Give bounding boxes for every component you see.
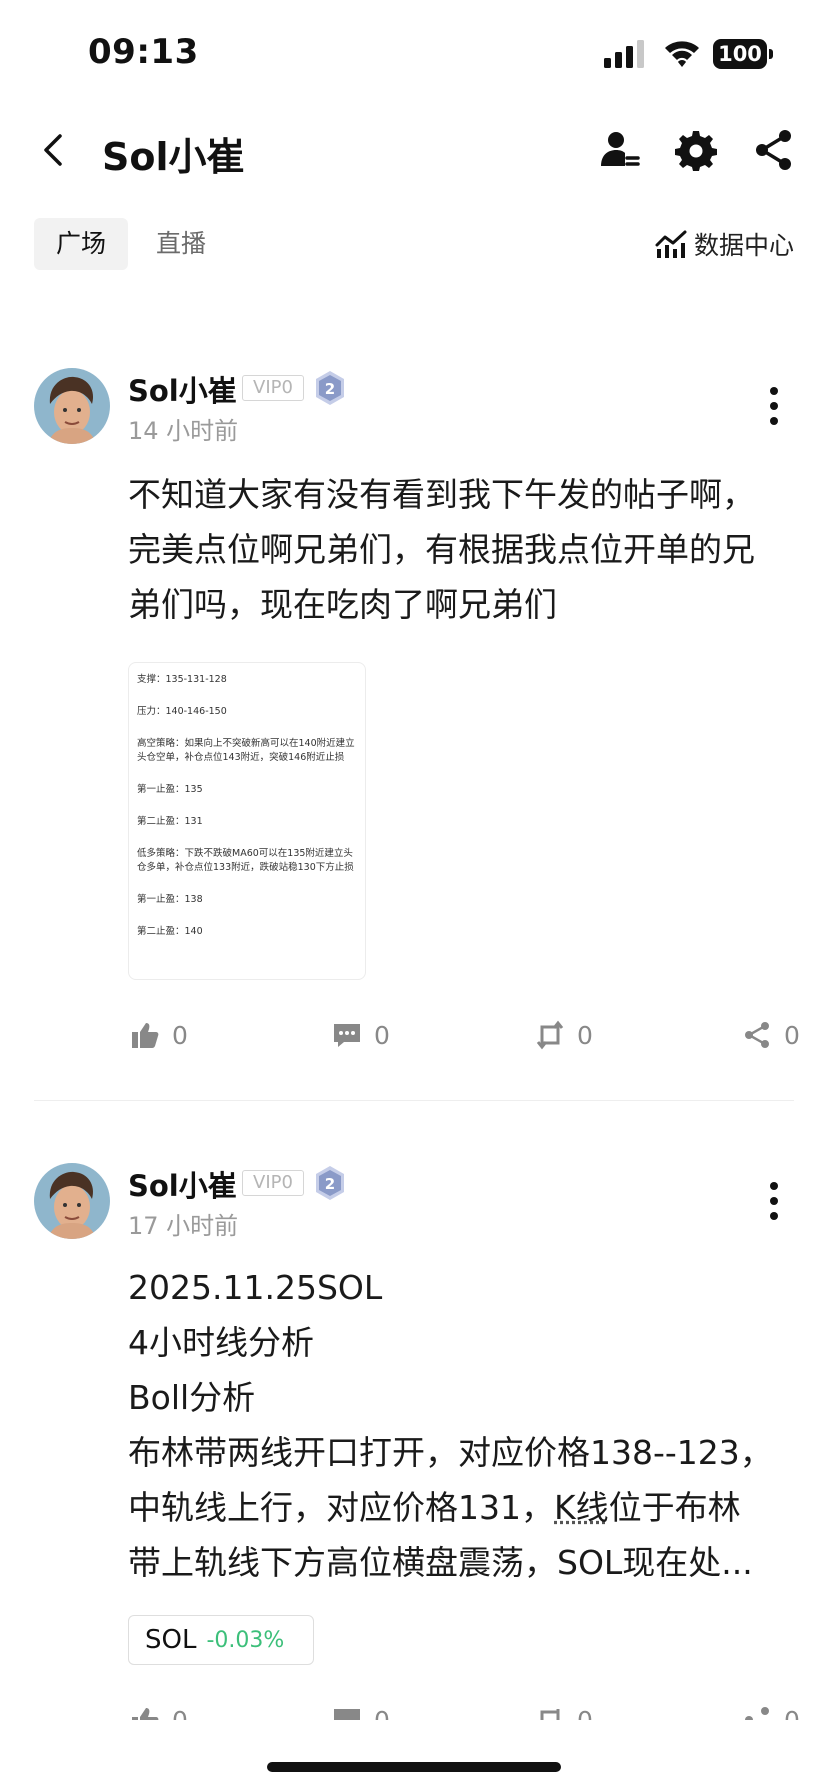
tab-plaza[interactable]: 广场	[34, 218, 129, 270]
vip-badge: VIP0	[242, 1170, 304, 1196]
more-options-icon[interactable]	[760, 385, 788, 427]
post-card[interactable]: Sol小崔 VIP0 2 17 小时前 2025.11.25SOL 4小时线分析…	[0, 1160, 828, 1720]
share-button[interactable]: 0	[742, 1015, 800, 1055]
comment-icon	[334, 1024, 360, 1047]
share-button[interactable]: 0	[742, 1700, 800, 1720]
page-title: Sol小崔	[102, 135, 245, 179]
comment-icon	[334, 1709, 360, 1720]
share-count: 0	[784, 1020, 800, 1050]
image-text-line: 第二止盈：140	[137, 926, 203, 937]
repost-count: 0	[577, 1020, 593, 1050]
post-text-line: 弟们吗，现在吃肉了啊兄弟们	[128, 585, 557, 624]
nav-bar: Sol小崔	[0, 110, 828, 190]
share-icon	[745, 1707, 769, 1720]
data-center-label: 数据中心	[693, 231, 794, 260]
repost-icon	[540, 1709, 560, 1720]
level-number: 2	[325, 1175, 335, 1193]
post-body: 不知道大家有没有看到我下午发的帖子啊， 完美点位啊兄弟们，有根据我点位开单的兄 …	[128, 467, 798, 632]
like-button[interactable]: 0	[130, 1015, 188, 1055]
post-text-line: 带上轨线下方高位横盘震荡，SOL现在处...	[128, 1543, 753, 1582]
like-count: 0	[172, 1705, 188, 1721]
post-text-line: Boll分析	[128, 1378, 256, 1417]
post-time: 17 小时前	[128, 1212, 239, 1240]
post-text-line: 不知道大家有没有看到我下午发的帖子啊，	[128, 475, 755, 514]
level-badge-icon: 2	[316, 1166, 344, 1200]
image-text-line: 第二止盈：131	[137, 816, 203, 827]
post-actions: 0 0 0 0	[0, 1700, 828, 1720]
coin-change: -0.03%	[206, 1627, 285, 1653]
author-avatar[interactable]	[34, 368, 110, 444]
image-text-line: 支撑：135-131-128	[137, 674, 227, 685]
battery-icon: 100	[713, 39, 773, 69]
post-text-line: 布林带两线开口打开，对应价格138--123，	[128, 1433, 773, 1472]
user-icon[interactable]	[598, 128, 642, 172]
share-count: 0	[784, 1705, 800, 1721]
post-text-fragment: 位于布林	[608, 1488, 741, 1527]
post-time: 14 小时前	[128, 417, 239, 445]
like-button[interactable]: 0	[130, 1700, 188, 1720]
home-indicator[interactable]	[267, 1762, 561, 1772]
post-text-line: 中轨线上行，对应价格131，K线位于布林	[128, 1480, 798, 1535]
coin-tag[interactable]: SOL -0.03%	[128, 1615, 314, 1665]
tab-live[interactable]: 直播	[134, 218, 228, 270]
data-center-button[interactable]: 数据中心	[654, 226, 794, 262]
post-image[interactable]: 支撑：135-131-128 压力：140-146-150 高空策略：如果向上不…	[128, 662, 366, 980]
share-icon	[745, 1022, 769, 1048]
status-time: 09:13	[88, 32, 199, 72]
level-badge-icon: 2	[316, 371, 344, 405]
vip-badge: VIP0	[242, 375, 304, 401]
comment-button[interactable]: 0	[332, 1015, 390, 1055]
post-text-line: 4小时线分析	[128, 1323, 314, 1362]
status-bar: 09:13 100	[0, 0, 828, 100]
author-name[interactable]: Sol小崔	[128, 1163, 237, 1205]
image-text-line: 压力：140-146-150	[137, 706, 227, 717]
thumbs-up-icon	[132, 1023, 159, 1048]
back-icon[interactable]	[34, 130, 74, 170]
post-text-fragment: 中轨线上行，对应价格131，	[128, 1488, 554, 1527]
gear-icon[interactable]	[674, 128, 718, 172]
image-text-line: 低多策略：下跌不跌破MA60可以在135附近建立头仓多单，补仓点位133附近，跌…	[137, 848, 354, 873]
battery-level: 100	[713, 39, 767, 69]
author-name[interactable]: Sol小崔	[128, 368, 237, 410]
image-text-line: 第一止盈：138	[137, 894, 203, 905]
repost-icon	[536, 1020, 564, 1050]
repost-count: 0	[577, 1705, 593, 1721]
post-card[interactable]: Sol小崔 VIP0 2 14 小时前 不知道大家有没有看到我下午发的帖子啊， …	[0, 365, 828, 1100]
comment-button[interactable]: 0	[332, 1700, 390, 1720]
comment-count: 0	[374, 1020, 390, 1050]
comment-count: 0	[374, 1705, 390, 1721]
k-line-term[interactable]: K线	[554, 1488, 609, 1527]
repost-button[interactable]: 0	[535, 1700, 593, 1720]
thumbs-up-icon	[132, 1708, 159, 1720]
coin-symbol: SOL	[145, 1625, 197, 1655]
wifi-icon	[665, 41, 699, 67]
cellular-signal-icon	[604, 40, 644, 68]
image-text-line: 高空策略：如果向上不突破新高可以在140附近建立头仓空单，补仓点位143附近，突…	[137, 738, 355, 763]
like-count: 0	[172, 1020, 188, 1050]
post-actions: 0 0 0 0	[0, 1015, 828, 1055]
tabs-row: 广场 直播 数据中心	[0, 216, 828, 272]
post-text-line: 2025.11.25SOL	[128, 1268, 383, 1307]
level-number: 2	[325, 380, 335, 398]
repost-button[interactable]: 0	[535, 1015, 593, 1055]
image-text-line: 第一止盈：135	[137, 784, 203, 795]
post-body: 2025.11.25SOL 4小时线分析 Boll分析 布林带两线开口打开，对应…	[128, 1260, 798, 1590]
author-avatar[interactable]	[34, 1163, 110, 1239]
more-options-icon[interactable]	[760, 1180, 788, 1222]
chart-trend-icon	[655, 230, 687, 258]
share-icon[interactable]	[752, 128, 796, 172]
post-divider	[34, 1100, 794, 1101]
post-text-line: 完美点位啊兄弟们，有根据我点位开单的兄	[128, 530, 755, 569]
